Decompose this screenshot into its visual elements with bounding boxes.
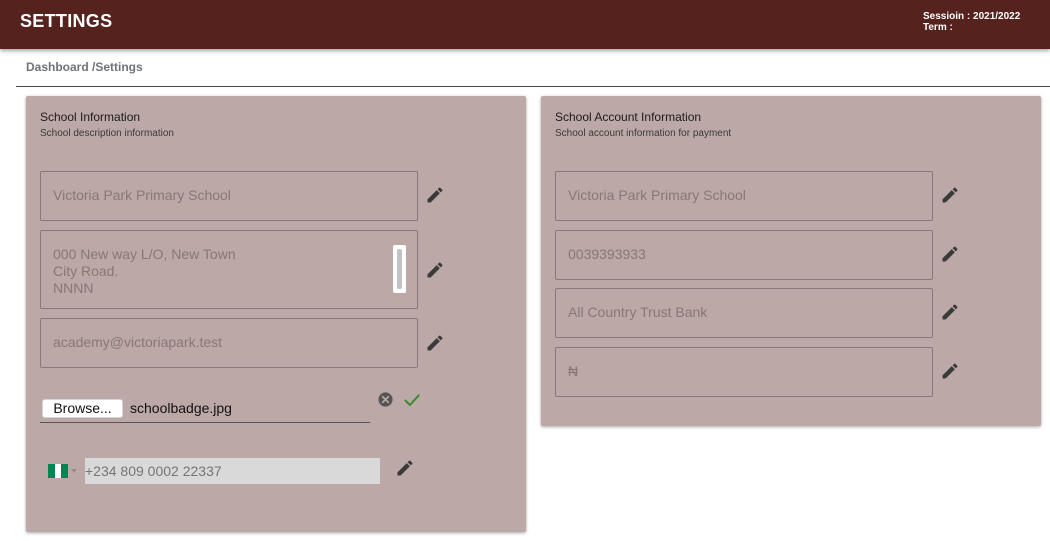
account-name-value: Victoria Park Primary School xyxy=(568,187,746,203)
address-textarea[interactable]: 000 New way L/O, New Town City Road. NNN… xyxy=(40,230,418,309)
school-information-card: School Information School description in… xyxy=(26,96,526,532)
bank-name-value: All Country Trust Bank xyxy=(568,304,708,320)
edit-bank-name-icon[interactable] xyxy=(940,302,960,322)
card-subtitle: School account information for payment xyxy=(555,128,732,139)
amount-field[interactable]: ₦ xyxy=(555,347,933,397)
file-input-underline xyxy=(40,422,370,423)
address-value: 000 New way L/O, New Town City Road. NNN… xyxy=(53,246,236,296)
email-value: academy@victoriapark.test xyxy=(53,334,223,350)
card-title: School Account Information xyxy=(555,110,702,124)
divider xyxy=(16,86,1050,87)
textarea-scrollbar[interactable] xyxy=(393,245,406,293)
edit-amount-icon[interactable] xyxy=(940,361,960,381)
edit-school-name-icon[interactable] xyxy=(425,185,445,205)
edit-account-number-icon[interactable] xyxy=(940,244,960,264)
edit-account-name-icon[interactable] xyxy=(940,185,960,205)
edit-email-icon[interactable] xyxy=(425,333,445,353)
school-name-value: Victoria Park Primary School xyxy=(53,187,231,203)
account-number-field[interactable]: 0039393933 xyxy=(555,230,933,280)
page-title: SETTINGS xyxy=(20,11,113,31)
edit-phone-icon[interactable] xyxy=(395,458,415,478)
confirm-upload-icon[interactable] xyxy=(402,390,422,410)
term-label: Term : xyxy=(923,22,953,33)
currency-symbol: ₦ xyxy=(568,363,579,379)
session-label: Sessioin : 2021/2022 xyxy=(923,11,1021,22)
email-field[interactable]: academy@victoriapark.test xyxy=(40,318,418,368)
browse-button[interactable]: Browse... xyxy=(42,399,123,418)
dial-code-dropdown-icon[interactable] xyxy=(71,469,77,473)
phone-input[interactable] xyxy=(85,458,380,484)
clear-file-icon[interactable] xyxy=(377,391,394,408)
session-info: Sessioin : 2021/2022 Term : xyxy=(923,11,1020,33)
bank-name-field[interactable]: All Country Trust Bank xyxy=(555,288,933,338)
account-name-field[interactable]: Victoria Park Primary School xyxy=(555,171,933,221)
badge-file-input: Browse... schoolbadge.jpg xyxy=(40,394,380,424)
top-app-bar: SETTINGS Sessioin : 2021/2022 Term : xyxy=(0,0,1050,49)
account-number-value: 0039393933 xyxy=(568,246,646,262)
nigeria-flag-icon[interactable] xyxy=(48,464,69,478)
school-account-information-card: School Account Information School accoun… xyxy=(541,96,1041,426)
card-title: School Information xyxy=(40,110,141,124)
card-subtitle: School description information xyxy=(40,128,174,139)
edit-address-icon[interactable] xyxy=(425,260,445,280)
breadcrumb[interactable]: Dashboard /Settings xyxy=(26,60,143,74)
school-name-field[interactable]: Victoria Park Primary School xyxy=(40,171,418,221)
file-name-label: schoolbadge.jpg xyxy=(130,400,232,416)
